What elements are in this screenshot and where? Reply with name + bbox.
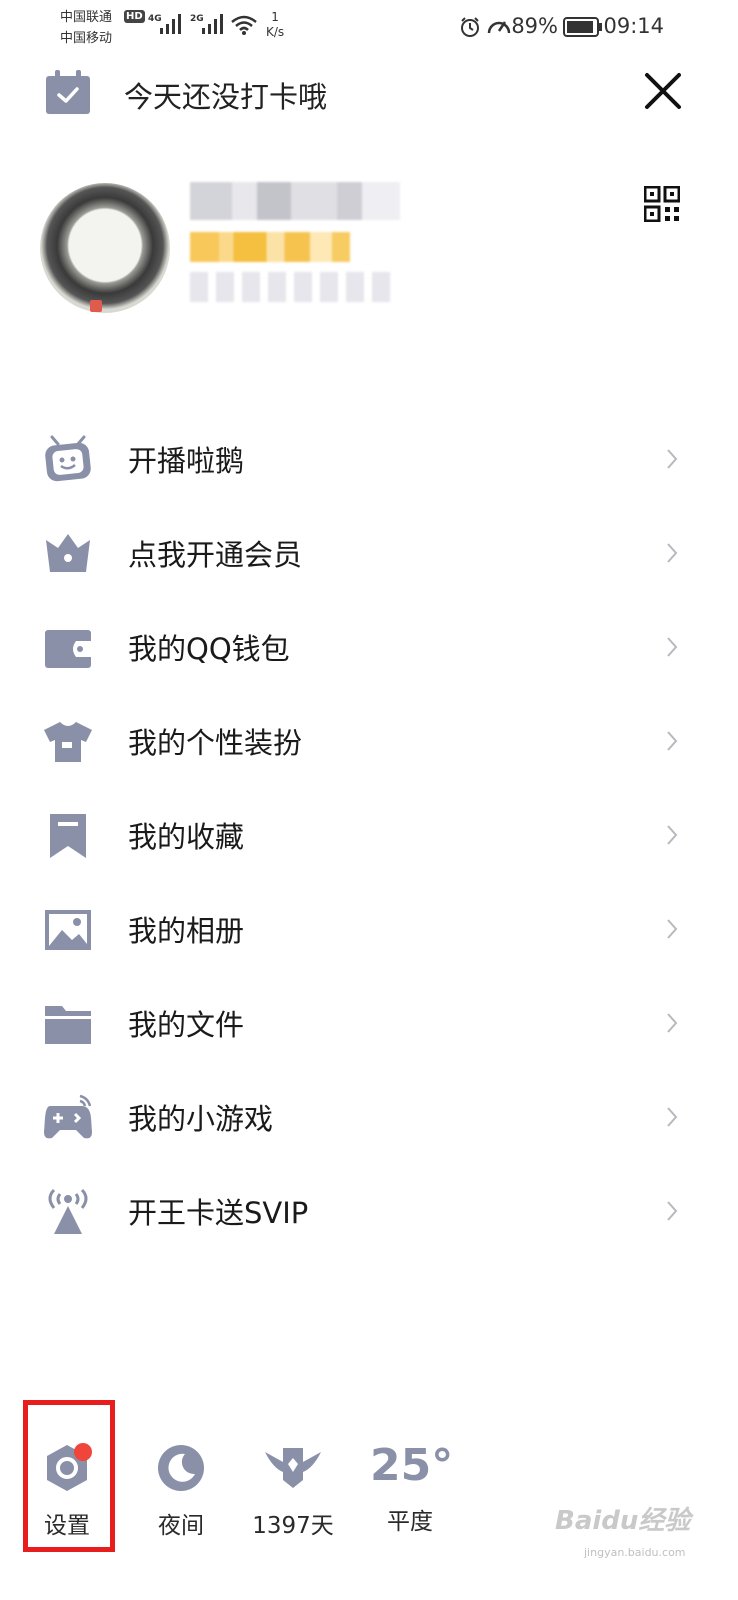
net-unit: K/s bbox=[266, 25, 285, 39]
calendar-checkin-icon[interactable] bbox=[44, 68, 92, 116]
watermark-url: jingyan.baidu.com bbox=[584, 1546, 686, 1559]
header: 今天还没打卡哦 bbox=[0, 60, 738, 124]
chevron-right-icon bbox=[667, 637, 678, 657]
signal-bars-icon bbox=[160, 14, 181, 34]
menu-item-label: 开播啦鹅 bbox=[128, 444, 245, 478]
battery-percent: 89% bbox=[511, 14, 558, 38]
moon-icon bbox=[158, 1445, 204, 1491]
speedometer-icon bbox=[487, 21, 511, 34]
signature-blurred[interactable] bbox=[190, 272, 390, 302]
menu-item-live[interactable]: 开播啦鹅 bbox=[0, 412, 738, 506]
close-icon[interactable] bbox=[640, 68, 686, 114]
menu-item-label: 点我开通会员 bbox=[128, 538, 303, 572]
gamepad-icon bbox=[44, 1094, 92, 1139]
days-label: 1397天 bbox=[252, 1513, 334, 1539]
status-bar: 中国联通 中国移动 HD 4G 2G 1 K/s 89% 09:14 bbox=[0, 0, 738, 56]
weather-temp: 25° bbox=[370, 1440, 454, 1491]
clock: 09:14 bbox=[603, 14, 664, 38]
menu-item-label: 开王卡送SVIP bbox=[128, 1196, 309, 1230]
nickname-blurred[interactable] bbox=[190, 182, 400, 220]
menu-item-favorites[interactable]: 我的收藏 bbox=[0, 788, 738, 882]
menu-item-label: 我的文件 bbox=[128, 1008, 245, 1042]
carrier-1: 中国联通 bbox=[60, 10, 113, 25]
menu-item-label: 我的收藏 bbox=[128, 820, 245, 854]
winged-badge-icon bbox=[265, 1448, 321, 1488]
qr-code-icon[interactable] bbox=[644, 186, 680, 222]
chevron-right-icon bbox=[667, 543, 678, 563]
menu-item-wallet[interactable]: 我的QQ钱包 bbox=[0, 600, 738, 694]
shirt-icon bbox=[44, 722, 92, 762]
menu-item-label: 我的相册 bbox=[128, 914, 245, 948]
menu-item-kingcard[interactable]: 开王卡送SVIP bbox=[0, 1164, 738, 1258]
chevron-right-icon bbox=[667, 1201, 678, 1221]
vip-badges-blurred[interactable] bbox=[190, 232, 372, 262]
crown-icon bbox=[46, 534, 90, 572]
watermark: Baidu经验 bbox=[555, 1506, 691, 1536]
weather-button[interactable]: 25° 平度 bbox=[370, 1440, 454, 1536]
settings-highlight-box bbox=[23, 1400, 115, 1552]
night-mode-button[interactable]: 夜间 bbox=[150, 1442, 212, 1540]
menu-item-label: 我的小游戏 bbox=[128, 1102, 274, 1136]
tv-robot-icon bbox=[45, 435, 91, 482]
weather-city: 平度 bbox=[387, 1509, 433, 1535]
checkin-title[interactable]: 今天还没打卡哦 bbox=[124, 74, 327, 116]
image-icon bbox=[45, 910, 91, 950]
menu-item-album[interactable]: 我的相册 bbox=[0, 882, 738, 976]
chevron-right-icon bbox=[667, 1107, 678, 1127]
chevron-right-icon bbox=[667, 1013, 678, 1033]
menu-item-label: 我的个性装扮 bbox=[128, 726, 303, 760]
menu-item-theme[interactable]: 我的个性装扮 bbox=[0, 694, 738, 788]
net-rate: 1 bbox=[271, 10, 279, 24]
chevron-right-icon bbox=[667, 919, 678, 939]
chevron-right-icon bbox=[667, 449, 678, 469]
night-label: 夜间 bbox=[158, 1513, 204, 1539]
menu-item-minigames[interactable]: 我的小游戏 bbox=[0, 1070, 738, 1164]
avatar-badge bbox=[90, 300, 102, 312]
signal-bars-icon-2 bbox=[202, 14, 223, 34]
avatar[interactable] bbox=[40, 183, 170, 313]
bookmark-icon bbox=[50, 814, 86, 858]
wifi-icon bbox=[231, 15, 257, 35]
battery-icon bbox=[563, 17, 602, 37]
carrier-2: 中国移动 bbox=[60, 31, 113, 46]
net-speed: 1 K/s bbox=[266, 10, 284, 40]
hd-badge: HD bbox=[124, 10, 145, 23]
menu-item-label: 我的QQ钱包 bbox=[128, 632, 290, 666]
wallet-icon bbox=[45, 630, 91, 668]
signal-tower-icon bbox=[48, 1188, 88, 1234]
chevron-right-icon bbox=[667, 731, 678, 751]
chevron-right-icon bbox=[667, 825, 678, 845]
menu-item-vip[interactable]: 点我开通会员 bbox=[0, 506, 738, 600]
menu-item-files[interactable]: 我的文件 bbox=[0, 976, 738, 1070]
folder-icon bbox=[45, 1006, 91, 1044]
alarm-icon bbox=[461, 17, 479, 37]
days-button[interactable]: 1397天 bbox=[248, 1442, 338, 1540]
